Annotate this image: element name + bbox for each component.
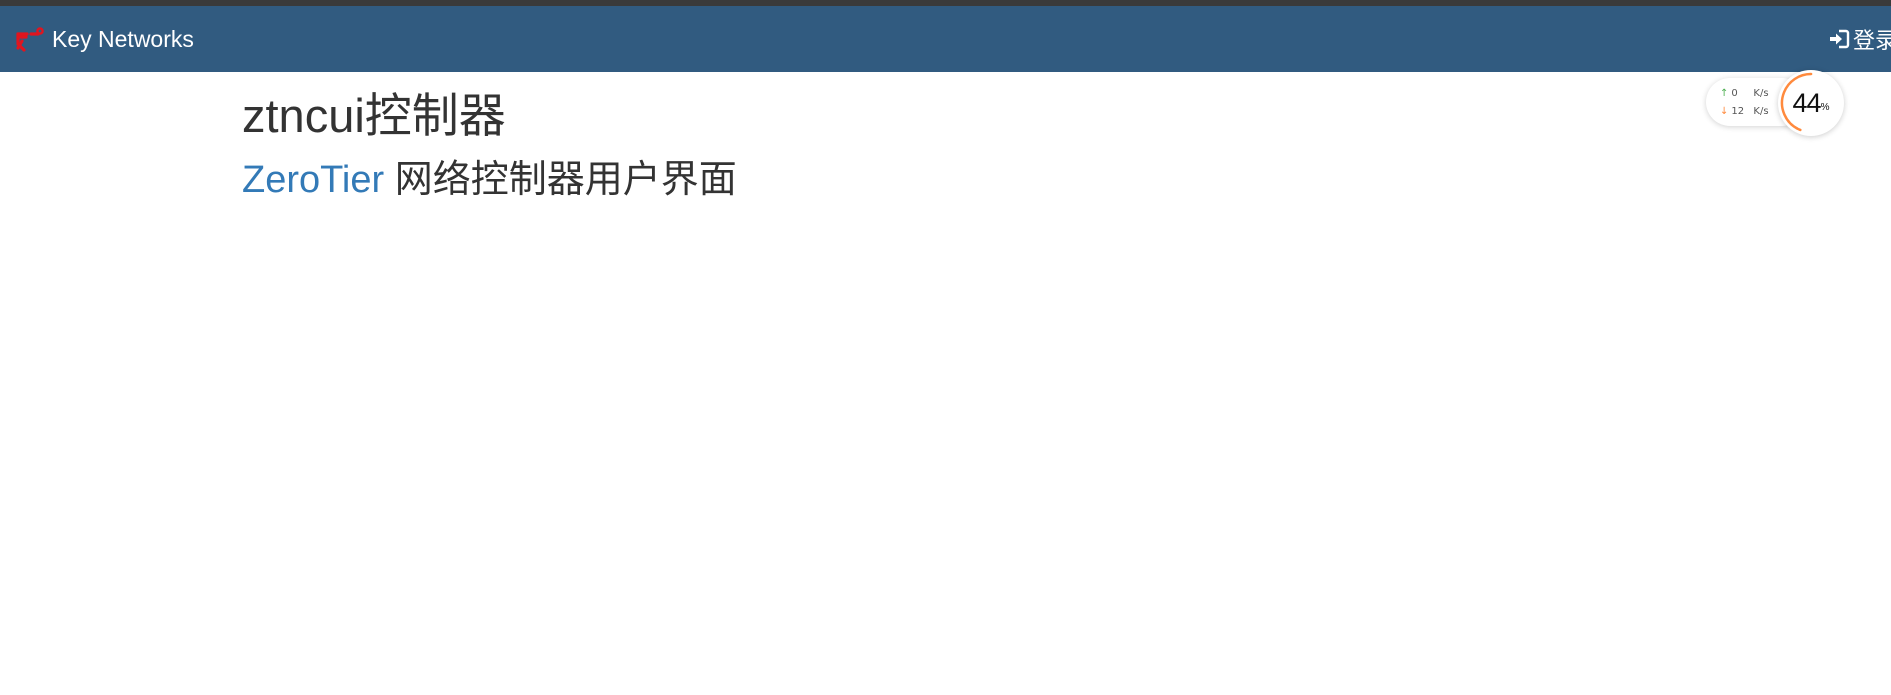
network-speed-widget[interactable]: ↑ 0 K/s ↓ 12 K/s 44% xyxy=(1706,70,1846,140)
login-label: 登录 xyxy=(1853,28,1891,53)
page-subtitle: ZeroTier 网络控制器用户界面 xyxy=(242,158,1642,202)
download-speed-row: ↓ 12 K/s xyxy=(1720,106,1769,117)
brand-label: Key Networks xyxy=(52,25,194,52)
upload-arrow-icon: ↑ xyxy=(1720,88,1729,99)
usage-percent-value: 44 xyxy=(1792,87,1822,118)
usage-gauge-label: 44% xyxy=(1778,70,1844,136)
page-title: ztncui控制器 xyxy=(242,89,506,142)
download-speed-unit: K/s xyxy=(1753,106,1769,117)
network-logo-icon xyxy=(14,24,44,54)
sign-in-icon xyxy=(1828,28,1850,50)
main-content: ztncui控制器 ZeroTier 网络控制器用户界面 xyxy=(242,72,1642,201)
login-link[interactable]: 登录 xyxy=(1828,6,1891,72)
upload-speed-row: ↑ 0 K/s xyxy=(1720,88,1769,99)
download-speed-value: 12 xyxy=(1731,106,1745,117)
usage-gauge: 44% xyxy=(1778,70,1844,136)
brand-link[interactable]: Key Networks xyxy=(14,6,194,72)
upload-speed-unit: K/s xyxy=(1753,88,1769,99)
subtitle-text: 网络控制器用户界面 xyxy=(384,158,737,201)
download-arrow-icon: ↓ xyxy=(1720,106,1729,117)
zerotier-link[interactable]: ZeroTier xyxy=(242,159,384,201)
top-navbar: Key Networks 登录 xyxy=(0,6,1891,72)
upload-speed-value: 0 xyxy=(1731,88,1738,99)
usage-percent-unit: % xyxy=(1820,101,1830,113)
